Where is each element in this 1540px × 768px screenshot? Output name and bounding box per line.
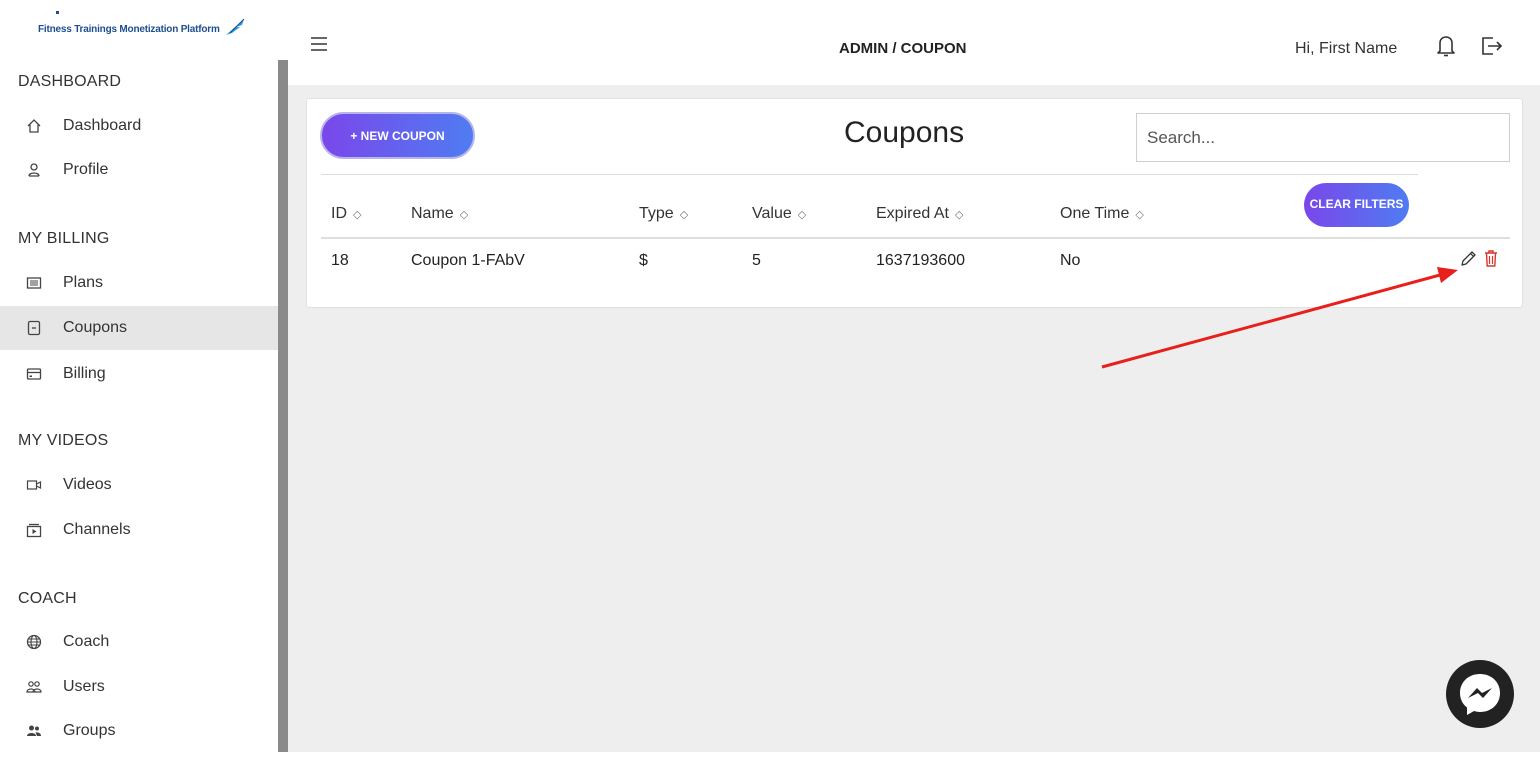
column-label: One Time (1060, 205, 1130, 222)
sidebar-item-label: Dashboard (63, 117, 142, 134)
divider (321, 174, 1418, 175)
sidebar-item-groups[interactable]: Groups (0, 709, 278, 753)
brand-logo[interactable]: Fitness Trainings Monetization Platform (38, 12, 246, 42)
sidebar-scrollbar[interactable] (278, 60, 288, 752)
globe-icon (26, 634, 42, 650)
sidebar-item-billing[interactable]: Billing (0, 352, 278, 396)
sidebar-item-profile[interactable]: Profile (0, 148, 278, 192)
credit-card-icon (26, 366, 42, 382)
sidebar-item-coupons[interactable]: Coupons (0, 306, 278, 350)
notifications-button[interactable] (1436, 34, 1456, 63)
sort-icon: ◇ (353, 208, 362, 221)
sort-icon: ◇ (1135, 208, 1144, 221)
group-icon (26, 723, 42, 739)
logout-icon (1482, 37, 1503, 55)
edit-button[interactable] (1459, 250, 1477, 273)
sidebar-item-label: Profile (63, 161, 109, 178)
column-label: Name (411, 205, 454, 222)
section-title-dashboard: DASHBOARD (18, 73, 122, 90)
section-title-coach: COACH (18, 590, 77, 607)
sidebar-item-label: Coach (63, 633, 110, 650)
bell-icon (1437, 36, 1455, 57)
new-coupon-button[interactable]: + NEW COUPON (320, 112, 475, 159)
sidebar-item-label: Plans (63, 274, 104, 291)
section-title-billing: MY BILLING (18, 230, 110, 247)
sidebar-item-dashboard[interactable]: Dashboard (0, 104, 278, 148)
sidebar-item-videos[interactable]: Videos (0, 463, 278, 507)
column-label: Expired At (876, 205, 949, 222)
sidebar: Fitness Trainings Monetization Platform … (0, 0, 278, 768)
cell-type: $ (639, 252, 648, 269)
sidebar-item-label: Groups (63, 722, 116, 739)
sidebar-item-label: Channels (63, 521, 131, 538)
user-greeting[interactable]: Hi, First Name (1295, 40, 1397, 58)
hamburger-icon (311, 37, 327, 51)
sidebar-item-label: Coupons (63, 319, 128, 336)
messenger-chat-button[interactable] (1446, 660, 1514, 728)
cell-name: Coupon 1-FAbV (411, 252, 525, 269)
column-header-name[interactable]: Name ◇ (411, 205, 468, 223)
column-label: Value (752, 205, 792, 222)
sort-icon: ◇ (797, 208, 807, 221)
cell-expired-at: 1637193600 (876, 252, 965, 269)
users-icon (26, 679, 42, 695)
home-icon (26, 118, 42, 134)
sort-icon: ◇ (459, 208, 469, 221)
brand-dot (56, 11, 59, 14)
sort-icon: ◇ (679, 208, 689, 221)
sidebar-item-channels[interactable]: Channels (0, 508, 278, 552)
pencil-icon (1461, 251, 1476, 266)
brand-name: Fitness Trainings Monetization Platform (38, 23, 220, 35)
column-header-type[interactable]: Type ◇ (639, 205, 688, 223)
sidebar-item-label: Users (63, 678, 105, 695)
sort-icon: ◇ (954, 208, 964, 221)
sidebar-item-plans[interactable]: Plans (0, 261, 278, 305)
logout-button[interactable] (1481, 36, 1503, 61)
trash-icon (1485, 250, 1497, 267)
cell-one-time: No (1060, 252, 1081, 269)
page-breadcrumb: ADMIN / COUPON (839, 40, 967, 57)
column-label: ID (331, 205, 347, 222)
column-header-expired-at[interactable]: Expired At ◇ (876, 205, 963, 223)
video-icon (26, 477, 42, 493)
messenger-icon (1460, 674, 1500, 715)
list-icon (26, 275, 42, 291)
sidebar-item-label: Billing (63, 365, 106, 382)
sidebar-item-users[interactable]: Users (0, 665, 278, 709)
column-header-id[interactable]: ID ◇ (331, 205, 361, 223)
sidebar-item-coach[interactable]: Coach (0, 620, 278, 664)
search-input[interactable] (1136, 113, 1510, 162)
coupon-icon (26, 320, 42, 336)
user-icon (26, 162, 42, 178)
page-title: Coupons (844, 116, 965, 149)
delete-button[interactable] (1483, 249, 1499, 273)
section-title-videos: MY VIDEOS (18, 432, 109, 449)
cell-id: 18 (331, 252, 349, 269)
column-label: Type (639, 205, 674, 222)
cell-value: 5 (752, 252, 761, 269)
menu-toggle-button[interactable] (310, 36, 328, 57)
column-header-one-time[interactable]: One Time ◇ (1060, 205, 1144, 223)
column-header-value[interactable]: Value ◇ (752, 205, 806, 223)
sidebar-item-label: Videos (63, 476, 112, 493)
brand-wing-icon (225, 18, 245, 35)
table-header-divider (321, 237, 1510, 239)
clear-filters-button[interactable]: CLEAR FILTERS (1304, 183, 1409, 227)
channel-icon (26, 522, 42, 538)
